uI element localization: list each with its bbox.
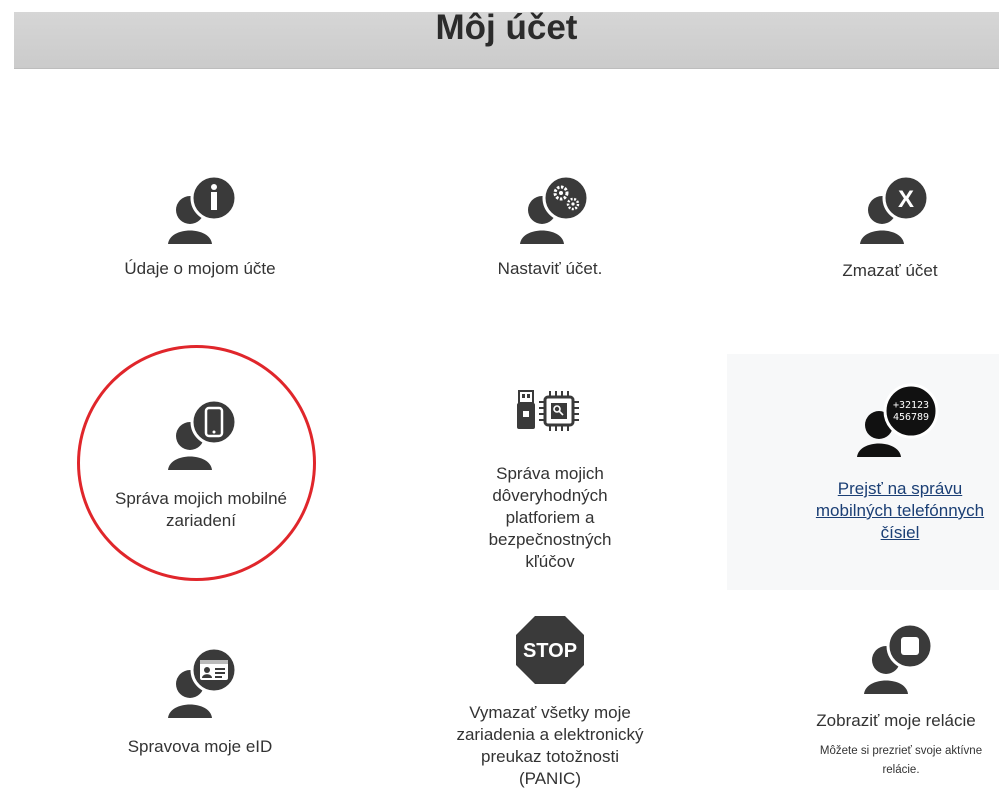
tile-label: Spravova moje eID — [127, 737, 273, 756]
tile-label: Zmazať účet — [842, 261, 938, 280]
stop-sign-text: STOP — [523, 640, 577, 662]
tile-trusted-platforms[interactable]: Správa mojich dôveryhodných platforiem a… — [450, 385, 650, 571]
user-sessions-icon — [864, 622, 934, 694]
tile-label: Vymazať všetky moje zariadenia a elektro… — [456, 703, 644, 788]
user-delete-icon: X — [860, 174, 930, 244]
page-title: Môj účet — [435, 8, 578, 47]
tile-label: Správa mojich dôveryhodných platforiem a… — [488, 464, 612, 571]
user-info-icon — [168, 176, 238, 244]
tile-account-settings[interactable]: Nastaviť účet. — [450, 170, 650, 290]
tile-eid[interactable]: Spravova moje eID — [100, 640, 300, 770]
tile-label: Správa mojich mobilné zariadení — [115, 489, 287, 530]
tile-phone-numbers[interactable]: +32123 456789 Prejsť na správu mobilných… — [796, 383, 996, 565]
user-settings-icon — [520, 176, 590, 244]
tile-mobile-devices[interactable]: Správa mojich mobilné zariadení — [96, 392, 306, 542]
phone-number-text: +32123 — [893, 400, 929, 411]
user-id-card-icon — [168, 646, 238, 718]
tile-label: Zobraziť moje relácie — [816, 711, 976, 730]
tile-account-info[interactable]: Údaje o mojom účte — [100, 170, 300, 290]
tile-delete-account[interactable]: X Zmazať účet — [790, 170, 990, 290]
phone-number-text: 456789 — [893, 412, 929, 423]
stop-sign-icon: STOP — [516, 616, 584, 684]
user-mobile-icon — [168, 398, 238, 470]
phone-numbers-link[interactable]: Prejsť na správu mobilných telefónnych č… — [804, 478, 996, 544]
tile-label: Nastaviť účet. — [497, 259, 603, 278]
svg-text:X: X — [898, 186, 914, 213]
user-phone-number-icon: +32123 456789 — [857, 383, 939, 457]
page-header: Môj účet — [14, 8, 999, 69]
tile-sublabel: Môžete si prezrieť svoje aktívne relácie… — [819, 745, 983, 776]
tile-label: Údaje o mojom účte — [124, 259, 276, 278]
usb-chip-icon — [517, 390, 579, 431]
tile-sessions[interactable]: Zobraziť moje relácie Môžete si prezrieť… — [796, 614, 996, 792]
tile-panic[interactable]: STOP Vymazať všetky moje zariadenia a el… — [450, 614, 650, 792]
